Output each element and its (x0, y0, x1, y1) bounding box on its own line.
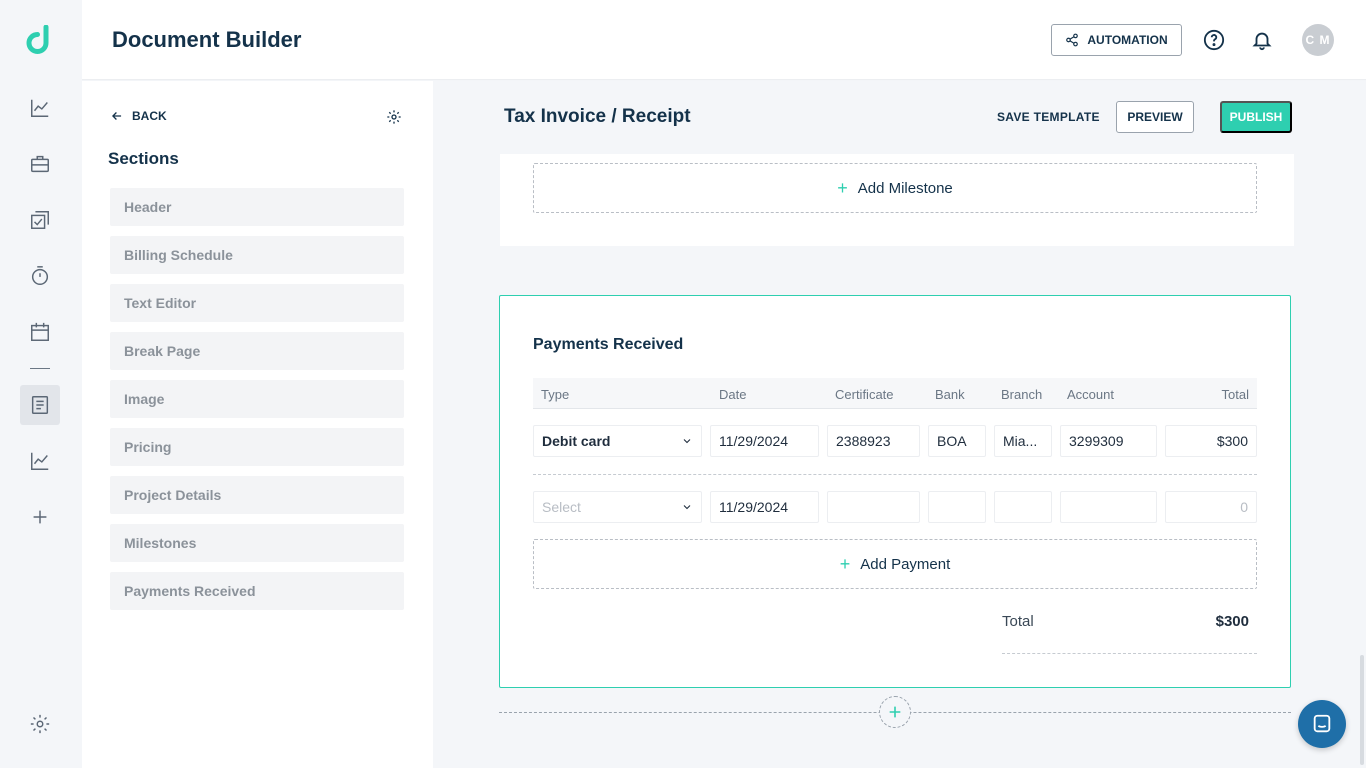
analytics-icon[interactable] (20, 88, 60, 128)
date-field[interactable]: 11/29/2024 (710, 425, 819, 457)
plus-icon (889, 706, 901, 718)
reports-icon[interactable] (20, 441, 60, 481)
payment-type-value: Debit card (542, 433, 611, 449)
scrollbar[interactable] (1360, 655, 1364, 765)
table-row: Debit card 11/29/2024 2388923 BOA Mia...… (533, 425, 1257, 459)
certificate-field[interactable]: 2388923 (827, 425, 920, 457)
account-field[interactable] (1060, 491, 1157, 523)
bank-field[interactable] (928, 491, 986, 523)
total-field[interactable]: $300 (1165, 425, 1257, 457)
briefcase-icon[interactable] (20, 144, 60, 184)
column-header-account: Account (1067, 387, 1114, 402)
payment-type-select[interactable]: Debit card (533, 425, 702, 457)
total-divider (1002, 653, 1257, 654)
bell-icon[interactable] (1249, 27, 1275, 53)
payment-type-placeholder: Select (542, 499, 581, 515)
payment-type-select[interactable]: Select (533, 491, 702, 523)
add-section-button[interactable] (879, 696, 911, 728)
account-field[interactable]: 3299309 (1060, 425, 1157, 457)
plus-icon: + (837, 178, 848, 198)
column-header-bank: Bank (935, 387, 965, 402)
milestones-card: + Add Milestone (500, 154, 1294, 246)
preview-button[interactable]: PREVIEW (1116, 101, 1194, 133)
sections-panel: BACK Sections Header Billing Schedule Te… (82, 81, 433, 768)
section-item-text-editor[interactable]: Text Editor (110, 284, 404, 322)
back-button[interactable]: BACK (110, 109, 167, 123)
plus-icon: + (839, 554, 851, 574)
chevron-down-icon (683, 439, 691, 444)
share-nodes-icon (1066, 33, 1079, 47)
payments-table-header: Type Date Certificate Bank Branch Accoun… (533, 378, 1257, 409)
document-title: Tax Invoice / Receipt (504, 106, 691, 127)
date-field[interactable]: 11/29/2024 (710, 491, 819, 523)
section-item-project-details[interactable]: Project Details (110, 476, 404, 514)
automation-button[interactable]: AUTOMATION (1051, 24, 1182, 56)
arrow-left-icon (112, 112, 122, 120)
avatar[interactable]: C M (1302, 24, 1334, 56)
add-icon[interactable] (20, 497, 60, 537)
column-header-branch: Branch (1001, 387, 1043, 402)
section-item-milestones[interactable]: Milestones (110, 524, 404, 562)
payments-title: Payments Received (533, 336, 684, 353)
gear-icon[interactable] (386, 109, 402, 125)
section-item-pricing[interactable]: Pricing (110, 428, 404, 466)
column-header-type: Type (541, 387, 570, 402)
rail-divider (30, 368, 50, 369)
section-item-billing-schedule[interactable]: Billing Schedule (110, 236, 404, 274)
row-divider (533, 474, 1257, 475)
payments-received-card[interactable]: Payments Received Type Date Certificate … (499, 295, 1291, 688)
sections-title: Sections (108, 149, 179, 168)
add-payment-label: Add Payment (860, 555, 951, 573)
table-row: Select 11/29/2024 0 (533, 491, 1257, 525)
total-label: Total (1002, 613, 1034, 630)
certificate-field[interactable] (827, 491, 920, 523)
add-payment-button[interactable]: + Add Payment (533, 539, 1257, 589)
page-title: Document Builder (112, 27, 302, 52)
automation-label: AUTOMATION (1087, 33, 1168, 47)
settings-icon[interactable] (20, 704, 60, 744)
logo-icon[interactable] (25, 24, 55, 57)
top-bar: Document Builder AUTOMATION C M (82, 0, 1366, 80)
chat-icon (1313, 714, 1331, 733)
total-field[interactable]: 0 (1165, 491, 1257, 523)
tasks-icon[interactable] (20, 200, 60, 240)
add-milestone-button[interactable]: + Add Milestone (533, 163, 1257, 213)
save-template-button[interactable]: SAVE TEMPLATE (997, 110, 1100, 124)
document-canvas: Tax Invoice / Receipt SAVE TEMPLATE PREV… (433, 81, 1366, 768)
help-icon[interactable] (1201, 27, 1227, 53)
branch-field[interactable]: Mia... (994, 425, 1052, 457)
bank-field[interactable]: BOA (928, 425, 986, 457)
total-value: $300 (1215, 613, 1249, 630)
section-item-break-page[interactable]: Break Page (110, 332, 404, 370)
publish-button[interactable]: PUBLISH (1220, 101, 1292, 133)
branch-field[interactable] (994, 491, 1052, 523)
section-item-header[interactable]: Header (110, 188, 404, 226)
timer-icon[interactable] (20, 256, 60, 296)
calendar-icon[interactable] (20, 312, 60, 352)
left-rail (0, 0, 82, 768)
add-milestone-label: Add Milestone (857, 179, 953, 197)
back-label: BACK (132, 109, 167, 123)
column-header-date: Date (719, 387, 747, 402)
section-item-payments-received[interactable]: Payments Received (110, 572, 404, 610)
chat-button[interactable] (1298, 700, 1346, 748)
section-item-image[interactable]: Image (110, 380, 404, 418)
documents-icon[interactable] (20, 385, 60, 425)
chevron-down-icon (683, 505, 691, 510)
column-header-certificate: Certificate (835, 387, 894, 402)
column-header-total: Total (1221, 387, 1249, 402)
sections-list: Header Billing Schedule Text Editor Brea… (110, 188, 404, 620)
